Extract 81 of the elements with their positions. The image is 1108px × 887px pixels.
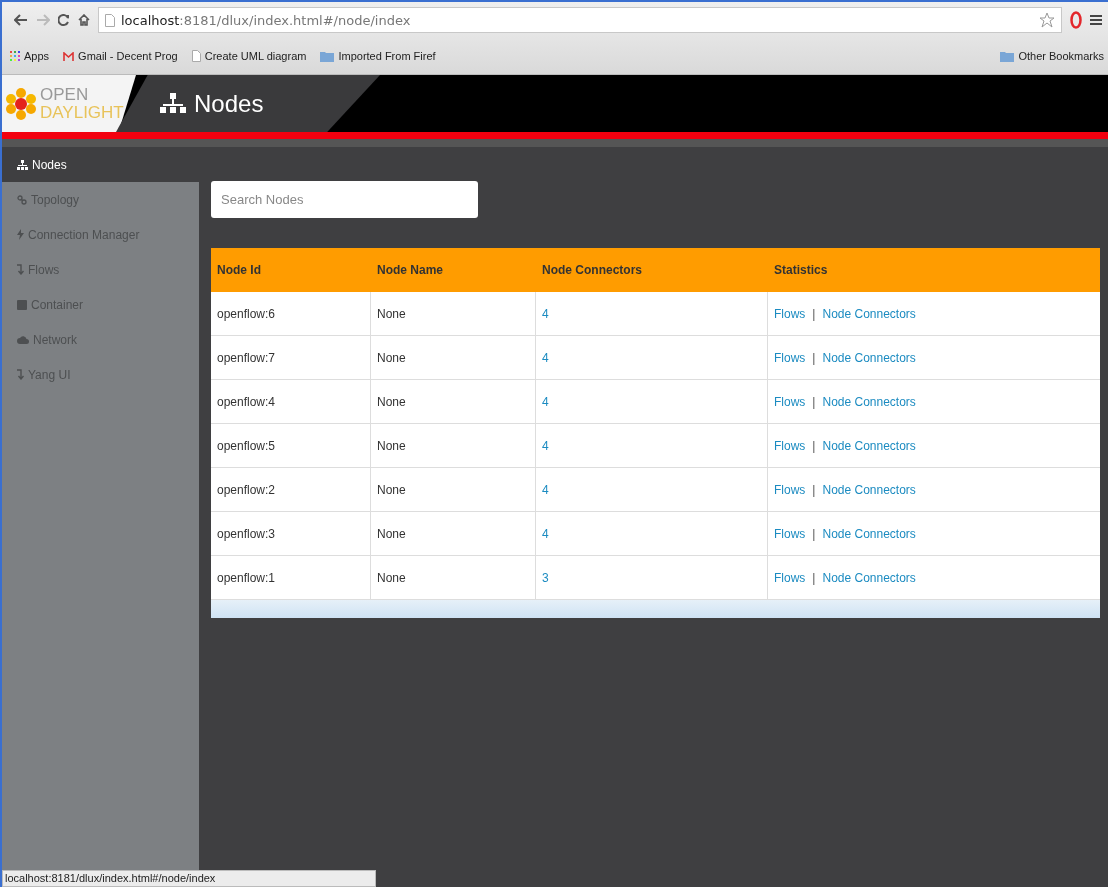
statistics-link[interactable]: Node Connectors xyxy=(822,482,916,497)
statistics-link[interactable]: Flows xyxy=(774,482,806,497)
column-header: Statistics xyxy=(773,262,829,279)
star-icon[interactable] xyxy=(1039,12,1055,28)
statistics-link[interactable]: Node Connectors xyxy=(822,570,916,585)
status-bar: localhost:8181/dlux/index.html#/node/index xyxy=(2,870,376,887)
table-cell: None xyxy=(371,292,536,335)
page-icon xyxy=(105,13,115,27)
arrow-icon xyxy=(17,264,24,275)
statistics-link[interactable]: Flows xyxy=(774,394,806,409)
separator: | xyxy=(812,394,816,409)
page-title: Nodes xyxy=(194,89,264,118)
bookmark[interactable]: Gmail - Decent Prog xyxy=(63,50,178,62)
sidebar-item[interactable]: Nodes xyxy=(2,147,199,182)
bookmark[interactable]: Imported From Firef xyxy=(320,50,436,62)
separator: | xyxy=(812,350,816,365)
separator: | xyxy=(812,526,816,541)
table-cell: None xyxy=(371,336,536,379)
link-icon xyxy=(17,194,27,205)
table-cell: None xyxy=(371,424,536,467)
table-cell: openflow:5 xyxy=(211,424,371,467)
separator: | xyxy=(812,438,816,453)
statistics-link[interactable]: Node Connectors xyxy=(822,438,916,453)
table-cell: None xyxy=(371,380,536,423)
logo-text: OPEN xyxy=(40,85,90,104)
statistics-link[interactable]: Node Connectors xyxy=(822,526,916,541)
url-text: localhost:8181/dlux/index.html#/node/index xyxy=(121,12,411,28)
statistics-link[interactable]: Node Connectors xyxy=(822,306,916,321)
bookmark[interactable]: Other Bookmarks xyxy=(1000,50,1104,62)
separator: | xyxy=(812,482,816,497)
square-icon xyxy=(17,299,27,310)
connectors-link[interactable]: 4 xyxy=(542,394,549,409)
cloud-icon xyxy=(17,335,29,344)
connectors-link[interactable]: 4 xyxy=(542,526,549,541)
statistics-link[interactable]: Node Connectors xyxy=(822,394,916,409)
separator: | xyxy=(812,570,816,585)
grid-icon xyxy=(10,51,20,61)
statistics-link[interactable]: Flows xyxy=(774,438,806,453)
column-header: Node Connectors xyxy=(541,262,643,279)
connectors-link[interactable]: 4 xyxy=(542,482,549,497)
mail-icon xyxy=(63,51,75,61)
statistics-link[interactable]: Flows xyxy=(774,350,806,365)
table-cell: openflow:3 xyxy=(211,512,371,555)
home-icon[interactable] xyxy=(78,14,90,26)
logo[interactable]: OPEN DAYLIGHT xyxy=(2,75,136,132)
table-cell: openflow:4 xyxy=(211,380,371,423)
statistics-link[interactable]: Flows xyxy=(774,306,806,321)
menu-icon[interactable] xyxy=(1090,14,1102,26)
arrow-icon xyxy=(17,369,24,380)
reload-icon[interactable] xyxy=(58,14,70,26)
statistics-link[interactable]: Node Connectors xyxy=(822,350,916,365)
table-cell: openflow:6 xyxy=(211,292,371,335)
connectors-link[interactable]: 4 xyxy=(542,350,549,365)
bolt-icon xyxy=(17,229,24,240)
connectors-link[interactable]: 4 xyxy=(542,306,549,321)
bookmark[interactable]: Apps xyxy=(10,50,50,62)
connectors-link[interactable]: 3 xyxy=(542,570,549,585)
column-header: Node Id xyxy=(216,262,262,279)
table-cell: None xyxy=(371,512,536,555)
hierarchy-icon xyxy=(17,159,28,170)
back-icon[interactable] xyxy=(14,14,28,26)
table-cell: None xyxy=(371,468,536,511)
connectors-link[interactable]: 4 xyxy=(542,438,549,453)
folder-icon xyxy=(1000,50,1015,62)
column-header: Node Name xyxy=(376,262,445,279)
address-bar[interactable]: localhost:8181/dlux/index.html#/node/index xyxy=(98,7,1062,33)
ring-icon[interactable] xyxy=(1070,11,1082,29)
page-icon xyxy=(191,50,201,62)
separator: | xyxy=(812,306,816,321)
logo-text: DAYLIGHT xyxy=(40,103,124,122)
table-cell: openflow:2 xyxy=(211,468,371,511)
table-cell: None xyxy=(371,556,536,599)
search-field[interactable]: Search Nodes xyxy=(211,181,478,218)
flower-icon xyxy=(6,86,36,121)
statistics-link[interactable]: Flows xyxy=(774,570,806,585)
table-cell: openflow:1 xyxy=(211,556,371,599)
folder-icon xyxy=(320,50,335,62)
table-cell: openflow:7 xyxy=(211,336,371,379)
hierarchy-icon xyxy=(160,92,186,115)
bookmark[interactable]: Create UML diagram xyxy=(191,50,307,62)
statistics-link[interactable]: Flows xyxy=(774,526,806,541)
